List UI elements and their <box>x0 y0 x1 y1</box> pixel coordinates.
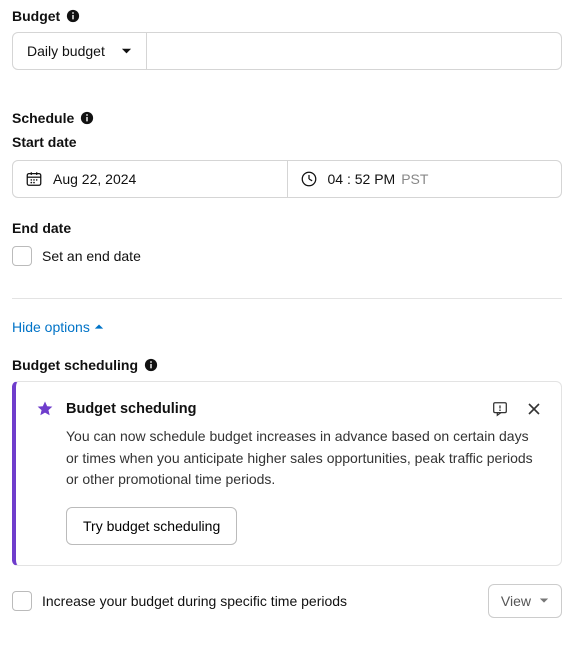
end-date-checkbox-row: Set an end date <box>12 246 562 266</box>
schedule-label: Schedule <box>12 110 562 126</box>
info-icon[interactable] <box>80 111 94 125</box>
callout-body: You can now schedule budget increases in… <box>36 426 541 491</box>
budget-type-select[interactable]: Daily budget <box>12 32 147 70</box>
budget-scheduling-label-text: Budget scheduling <box>12 357 138 373</box>
divider <box>12 298 562 299</box>
info-icon[interactable] <box>66 9 80 23</box>
hide-options-label: Hide options <box>12 319 90 335</box>
end-date-checkbox-label: Set an end date <box>42 248 141 264</box>
budget-type-value: Daily budget <box>27 43 105 59</box>
budget-amount-input[interactable] <box>147 32 562 70</box>
calendar-icon <box>25 170 43 188</box>
feedback-icon[interactable] <box>491 400 509 418</box>
view-button-label: View <box>501 593 531 609</box>
increase-budget-row: Increase your budget during specific tim… <box>12 584 562 618</box>
chevron-down-icon <box>121 46 132 57</box>
view-button[interactable]: View <box>488 584 562 618</box>
close-icon[interactable] <box>527 402 541 416</box>
hide-options-toggle[interactable]: Hide options <box>12 319 562 335</box>
clock-icon <box>300 170 318 188</box>
increase-budget-label: Increase your budget during specific tim… <box>42 593 347 609</box>
start-time-value: 04 : 52 PM <box>328 171 396 187</box>
start-date-value: Aug 22, 2024 <box>53 171 136 187</box>
chevron-down-icon <box>539 596 549 606</box>
info-icon[interactable] <box>144 358 158 372</box>
budget-row: Daily budget <box>12 32 562 70</box>
start-date-label: Start date <box>12 134 562 150</box>
budget-label-text: Budget <box>12 8 60 24</box>
star-icon <box>36 400 54 418</box>
budget-scheduling-label: Budget scheduling <box>12 357 562 373</box>
start-date-row: Aug 22, 2024 04 : 52 PM PST <box>12 160 562 198</box>
try-budget-scheduling-button[interactable]: Try budget scheduling <box>66 507 237 545</box>
budget-label: Budget <box>12 8 562 24</box>
budget-scheduling-callout: Budget scheduling You can now schedule b… <box>12 381 562 566</box>
end-date-checkbox[interactable] <box>12 246 32 266</box>
end-date-label: End date <box>12 220 562 236</box>
start-time-tz: PST <box>401 171 428 187</box>
start-time-input[interactable]: 04 : 52 PM PST <box>287 161 562 197</box>
start-date-input[interactable]: Aug 22, 2024 <box>13 161 287 197</box>
increase-budget-checkbox[interactable] <box>12 591 32 611</box>
callout-title: Budget scheduling <box>66 401 197 417</box>
chevron-up-icon <box>94 322 104 332</box>
schedule-label-text: Schedule <box>12 110 74 126</box>
